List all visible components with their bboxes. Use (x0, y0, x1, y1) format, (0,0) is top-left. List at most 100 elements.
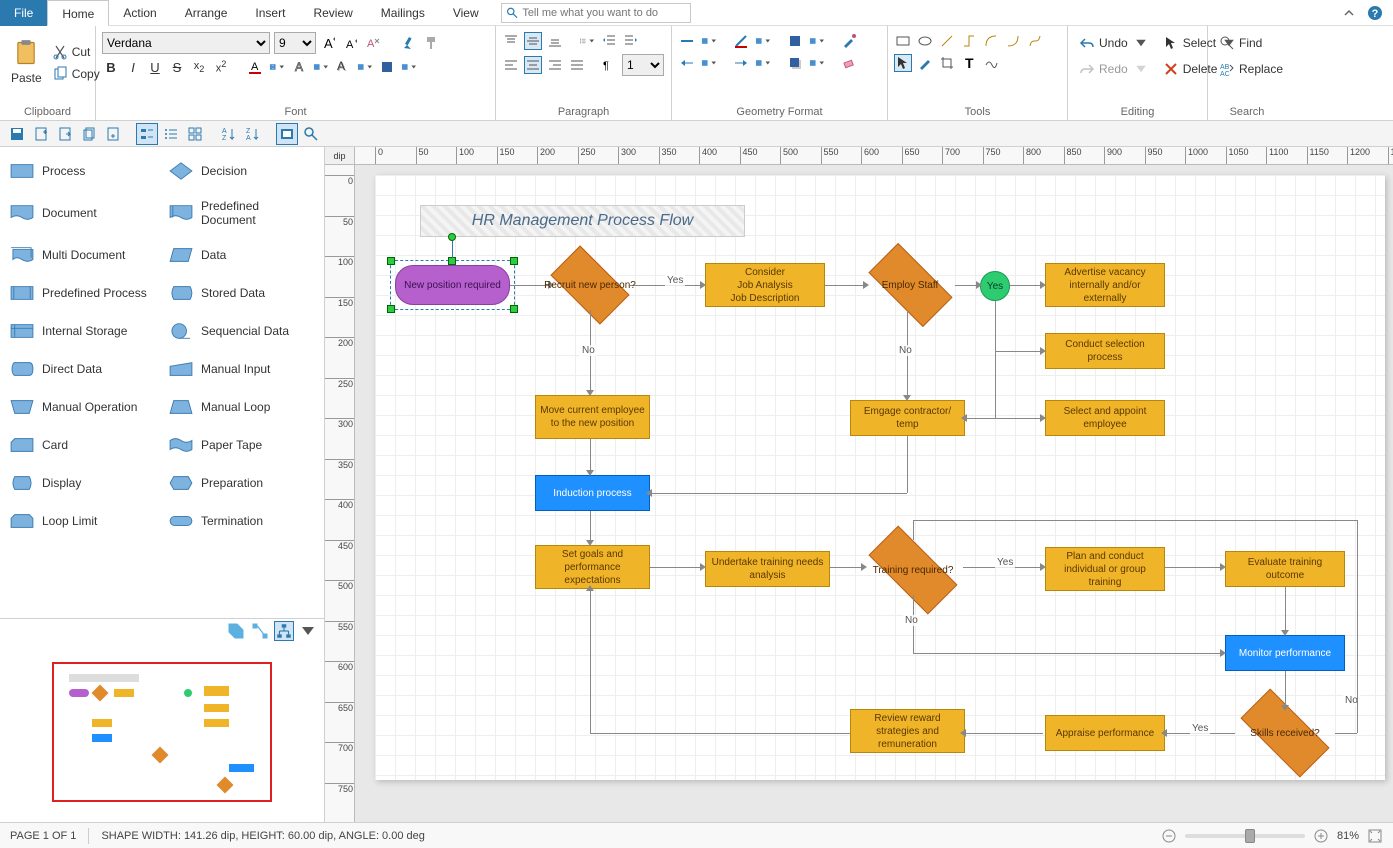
qb-grid[interactable] (184, 123, 206, 145)
sb-tag[interactable] (226, 621, 246, 641)
zoom-thumb[interactable] (1245, 829, 1255, 843)
font-color-button[interactable]: A (246, 58, 264, 76)
qb-sort-az[interactable]: AZ (218, 123, 240, 145)
shape-manual-input[interactable]: Manual Input (163, 353, 320, 385)
qb-preview[interactable] (276, 123, 298, 145)
sel-handle[interactable] (387, 257, 395, 265)
menu-view[interactable]: View (439, 0, 493, 26)
collapse-ribbon-icon[interactable] (1341, 5, 1357, 21)
align-bottom-button[interactable] (546, 32, 564, 50)
node-induction[interactable]: Induction process (535, 475, 650, 511)
zoom-in-icon[interactable] (1313, 828, 1329, 844)
sel-handle[interactable] (510, 305, 518, 313)
clear-format-button[interactable]: A (364, 34, 382, 52)
qb-copy[interactable] (78, 123, 100, 145)
superscript-button[interactable]: x2 (212, 58, 230, 76)
arrow-start-button[interactable] (678, 54, 696, 72)
tool-line[interactable] (938, 32, 956, 50)
align-center-button[interactable] (524, 56, 542, 74)
qb-save[interactable] (6, 123, 28, 145)
align-right-button[interactable] (546, 56, 564, 74)
redo-button[interactable]: Redo (1074, 58, 1154, 80)
tool-connector[interactable] (960, 32, 978, 50)
fill-color-button[interactable] (786, 32, 804, 50)
node-consider[interactable]: Consider Job Analysis Job Description (705, 263, 825, 307)
qb-open[interactable] (54, 123, 76, 145)
tool-rect[interactable] (894, 32, 912, 50)
shape-process[interactable]: Process (4, 155, 161, 187)
zoom-out-icon[interactable] (1161, 828, 1177, 844)
ruler-vertical[interactable]: 0501001502002503003504004505005506006507… (325, 165, 355, 822)
italic-button[interactable]: I (124, 58, 142, 76)
tool-text[interactable]: T (960, 54, 978, 72)
drawing-page[interactable]: HR Management Process Flow New position … (375, 175, 1385, 780)
subscript-button[interactable]: x2 (190, 58, 208, 76)
qb-outline[interactable] (136, 123, 158, 145)
fit-page-icon[interactable] (1367, 828, 1383, 844)
sel-handle[interactable] (387, 305, 395, 313)
shape-stored-data[interactable]: Stored Data (163, 277, 320, 309)
strike-button[interactable]: S (168, 58, 186, 76)
undo-button[interactable]: Undo (1074, 32, 1154, 54)
arrow-end-button[interactable] (732, 54, 750, 72)
help-icon[interactable]: ? (1367, 5, 1383, 21)
line-color-button[interactable] (732, 32, 750, 50)
indent-right-button[interactable] (622, 32, 640, 50)
qb-new[interactable] (30, 123, 52, 145)
shape-predefined-process[interactable]: Predefined Process (4, 277, 161, 309)
node-review[interactable]: Review reward strategies and remuneratio… (850, 709, 965, 753)
node-appraise[interactable]: Appraise performance (1045, 715, 1165, 751)
indent-select[interactable]: 1 (622, 54, 664, 76)
menu-home[interactable]: Home (47, 0, 109, 26)
menu-review[interactable]: Review (299, 0, 366, 26)
node-engage[interactable]: Emgage contractor/ temp (850, 400, 965, 436)
line-spacing-button[interactable]: ¶ (600, 56, 618, 74)
bold-button[interactable]: B (102, 58, 120, 76)
text-shadow-dropdown[interactable] (356, 58, 374, 76)
shape-document[interactable]: Document (4, 193, 161, 233)
sb-connector[interactable] (250, 621, 270, 641)
shape-internal-storage[interactable]: Internal Storage (4, 315, 161, 347)
align-middle-button[interactable] (524, 32, 542, 50)
node-plan[interactable]: Plan and conduct individual or group tra… (1045, 547, 1165, 591)
tool-crop[interactable] (938, 54, 956, 72)
align-justify-button[interactable] (568, 56, 586, 74)
menu-arrange[interactable]: Arrange (171, 0, 242, 26)
node-conduct[interactable]: Conduct selection process (1045, 333, 1165, 369)
shape-termination[interactable]: Termination (163, 505, 320, 537)
node-employ[interactable]: Employ Staff (855, 255, 965, 315)
tool-ellipse[interactable] (916, 32, 934, 50)
tell-me-input[interactable] (522, 7, 685, 19)
node-skills[interactable]: Skills received? (1225, 703, 1345, 763)
node-evaluate[interactable]: Evaluate training outcome (1225, 551, 1345, 587)
shadow-dropdown[interactable] (808, 54, 826, 72)
shape-data[interactable]: Data (163, 239, 320, 271)
highlight-button[interactable] (400, 34, 418, 52)
tell-me-search[interactable] (501, 3, 691, 23)
zoom-slider[interactable] (1185, 834, 1305, 838)
sb-more[interactable] (298, 621, 318, 641)
shape-multi-document[interactable]: Multi Document (4, 239, 161, 271)
node-new-position[interactable]: New position required (395, 265, 510, 305)
node-recruit[interactable]: Recruit new person? (540, 255, 640, 315)
shape-card[interactable]: Card (4, 429, 161, 461)
menu-action[interactable]: Action (109, 0, 170, 26)
node-undertake[interactable]: Undertake training needs analysis (705, 551, 830, 587)
arrow-start-dropdown[interactable] (700, 54, 718, 72)
tool-pen[interactable] (916, 54, 934, 72)
font-family-select[interactable]: Verdana (102, 32, 270, 54)
text-fill-button[interactable] (378, 58, 396, 76)
eraser-button[interactable] (840, 54, 858, 72)
shape-loop-limit[interactable]: Loop Limit (4, 505, 161, 537)
eyedropper-button[interactable] (840, 32, 858, 50)
node-goals[interactable]: Set goals and performance expectations (535, 545, 650, 589)
node-training[interactable]: Training required? (853, 540, 973, 600)
sb-tree[interactable] (274, 621, 294, 641)
align-left-button[interactable] (502, 56, 520, 74)
shape-manual-operation[interactable]: Manual Operation (4, 391, 161, 423)
shape-decision[interactable]: Decision (163, 155, 320, 187)
canvas[interactable]: HR Management Process Flow New position … (355, 165, 1393, 822)
font-size-select[interactable]: 9 (274, 32, 316, 54)
menu-file[interactable]: File (0, 0, 47, 26)
shape-predefined-document[interactable]: Predefined Document (163, 193, 320, 233)
